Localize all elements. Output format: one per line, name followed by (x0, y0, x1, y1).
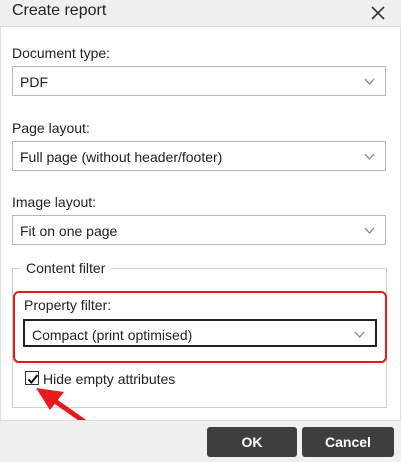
close-icon[interactable] (367, 2, 389, 24)
page-layout-label: Page layout: (12, 120, 90, 136)
chevron-down-icon (364, 227, 375, 234)
chevron-down-icon (364, 153, 375, 160)
document-type-label: Document type: (12, 45, 111, 61)
chevron-down-icon (364, 78, 375, 85)
dialog-footer: OK Cancel (0, 420, 401, 462)
document-type-value: PDF (20, 74, 48, 90)
ok-button[interactable]: OK (207, 427, 297, 457)
document-type-select[interactable]: PDF (12, 66, 386, 96)
cancel-button[interactable]: Cancel (302, 427, 394, 457)
dialog-titlebar: Create report (0, 0, 401, 27)
highlight-box (13, 291, 387, 363)
hide-empty-attributes-checkbox[interactable] (25, 371, 39, 385)
page-layout-value: Full page (without header/footer) (20, 149, 223, 165)
dialog-title: Create report (12, 2, 107, 19)
image-layout-label: Image layout: (12, 194, 97, 210)
content-filter-legend: Content filter (20, 260, 112, 276)
page-layout-select[interactable]: Full page (without header/footer) (12, 141, 386, 171)
image-layout-value: Fit on one page (20, 223, 118, 239)
image-layout-select[interactable]: Fit on one page (12, 215, 386, 245)
